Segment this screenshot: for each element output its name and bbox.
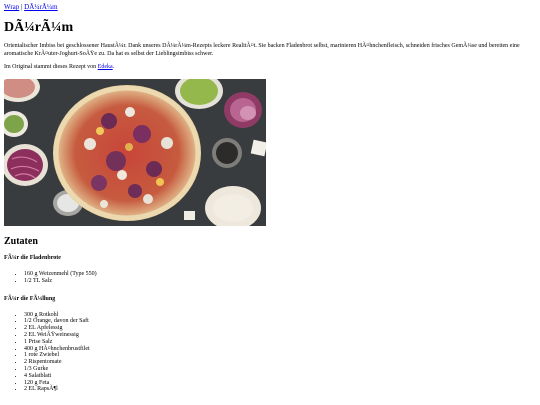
page: Wrap | DÃ¼rÃ¼m DÃ¼rÃ¼m Orientalischer Im… — [0, 0, 540, 393]
ingredient-item: 1/3 Gurke — [24, 366, 536, 373]
ingredient-item: 2 EL WeiÃŸweinessig — [24, 332, 536, 339]
source-prefix: Im Original stammt dieses Rezept von — [4, 64, 97, 70]
recipe-photo — [4, 79, 266, 226]
ingredient-list-fuellung: 300 g Rotkohl 1/2 Orange, davon der Saft… — [4, 312, 536, 394]
ingredient-item: 1 rote Zwiebel — [24, 352, 536, 359]
intro-text: Orientalischer Imbiss bei geschlossener … — [4, 43, 520, 57]
breadcrumb-home-link[interactable]: Wrap — [4, 3, 19, 11]
page-title: DÃ¼rÃ¼m — [4, 20, 74, 35]
source-note: Im Original stammt dieses Rezept von Ede… — [4, 63, 536, 71]
source-suffix: . — [112, 64, 115, 70]
breadcrumb-current-link[interactable]: DÃ¼rÃ¼m — [24, 3, 57, 11]
ingredient-item: 2 Rispentomate — [24, 359, 536, 366]
ingredient-item: 1/2 Orange, davon der Saft — [24, 318, 536, 325]
ingredient-item: 1/2 TL Salz — [24, 278, 536, 285]
ingredients-heading: Zutaten — [4, 236, 38, 247]
ingredient-item: 120 g Feta — [24, 380, 536, 387]
ingredient-item: 2 EL Apfelessig — [24, 325, 536, 332]
group-heading-fladenbrote: FÃ¼r die Fladenbrote — [4, 255, 61, 261]
group-heading-fuellung: FÃ¼r die FÃ¼llung — [4, 295, 56, 302]
ingredient-item: 400 g HÃ¤hnchenbrustfilet — [24, 346, 536, 353]
ingredient-item: 1 Prise Salz — [24, 339, 536, 346]
breadcrumb: Wrap | DÃ¼rÃ¼m — [4, 3, 536, 12]
breadcrumb-separator: | — [21, 3, 23, 11]
ingredient-list-fladenbrote: 160 g Weizenmehl (Type 550) 1/2 TL Salz — [4, 271, 536, 285]
ingredient-item: 160 g Weizenmehl (Type 550) — [24, 271, 536, 278]
ingredient-item: 2 EL RapsÃ¶l — [24, 386, 536, 393]
source-link[interactable]: Edeka — [98, 64, 113, 70]
ingredient-item: 300 g Rotkohl — [24, 312, 536, 319]
ingredient-item: 4 Salatblatt — [24, 373, 536, 380]
